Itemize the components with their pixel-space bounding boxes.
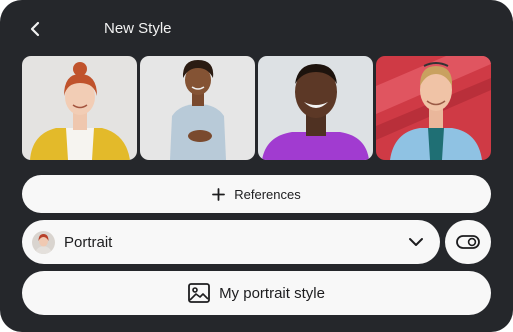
- references-label: References: [234, 186, 301, 202]
- portrait-avatar: [32, 230, 55, 254]
- reference-photo[interactable]: [258, 56, 373, 160]
- style-type-value: Portrait: [64, 233, 113, 251]
- add-references-button[interactable]: References: [22, 175, 491, 213]
- toggle-icon: [456, 235, 480, 249]
- toggle-button[interactable]: [445, 220, 491, 264]
- reference-photos: [22, 56, 491, 160]
- chevron-down-icon: [409, 238, 423, 246]
- page-title: New Style: [104, 20, 172, 37]
- reference-photo[interactable]: [140, 56, 255, 160]
- style-type-select[interactable]: Portrait: [22, 220, 440, 264]
- plus-icon: [212, 187, 226, 201]
- reference-photo[interactable]: [376, 56, 491, 160]
- chevron-left-icon: [30, 21, 40, 37]
- reference-photo[interactable]: [22, 56, 137, 160]
- image-icon: [188, 283, 210, 303]
- back-button[interactable]: [24, 18, 46, 40]
- saved-style-button[interactable]: My portrait style: [22, 271, 491, 315]
- saved-style-label: My portrait style: [219, 284, 325, 302]
- new-style-panel: New Style References Portrait My portrai…: [0, 0, 513, 332]
